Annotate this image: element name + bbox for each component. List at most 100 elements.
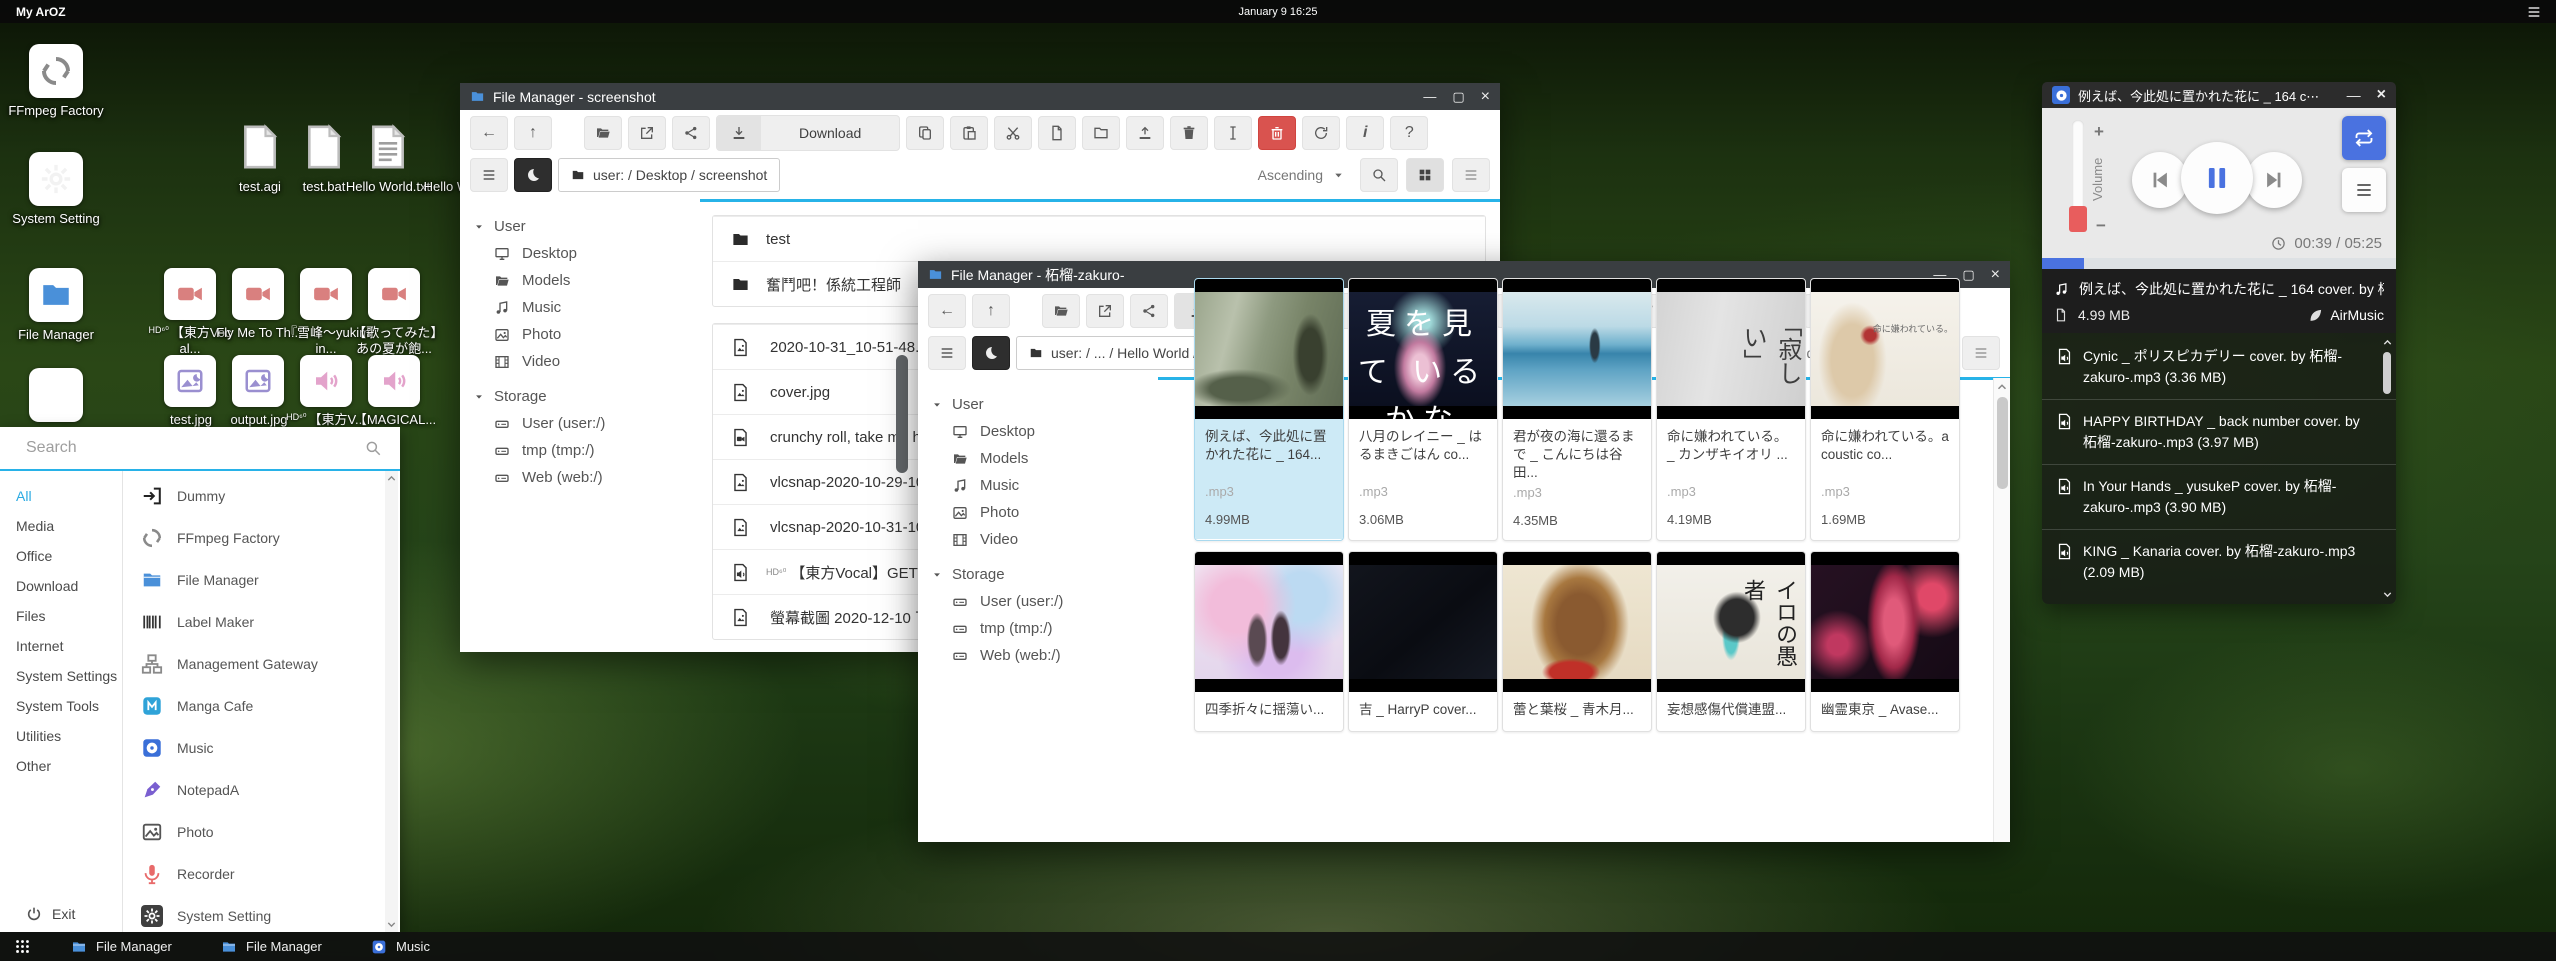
app-list-scrollbar[interactable] xyxy=(385,471,398,932)
file-tile[interactable]: 例えば、今此処に置かれた花に _ 164... .mp3 4.99MB xyxy=(1194,278,1344,541)
scrollbar-thumb[interactable] xyxy=(2383,352,2391,394)
sort-dropdown[interactable]: Ascending xyxy=(1250,167,1352,183)
sidebar-item[interactable]: Desktop xyxy=(932,418,1158,445)
open-button[interactable] xyxy=(1042,294,1080,328)
open-external-button[interactable] xyxy=(1086,294,1124,328)
search-input[interactable] xyxy=(0,427,400,469)
back-button[interactable]: ← xyxy=(928,294,966,328)
file-tile[interactable]: 君が夜の海に還るまで _ こんにちは谷田... .mp3 4.35MB xyxy=(1502,278,1652,541)
file-tile[interactable]: 四季折々に揺蕩い... xyxy=(1194,551,1344,732)
sidebar-item[interactable]: Music xyxy=(474,294,700,321)
search-button[interactable] xyxy=(1360,158,1398,192)
app-list-item[interactable]: File Manager xyxy=(123,559,400,601)
scrollbar-thumb[interactable] xyxy=(1997,397,2008,489)
copy-button[interactable] xyxy=(906,116,944,150)
app-list-item[interactable]: Dummy xyxy=(123,475,400,517)
next-track-button[interactable] xyxy=(2246,152,2302,208)
new-file-button[interactable] xyxy=(1038,116,1076,150)
volume-slider-thumb[interactable] xyxy=(2069,206,2087,232)
file-tile[interactable]: 吉 _ HarryP cover... xyxy=(1348,551,1498,732)
category-item[interactable]: All xyxy=(0,481,122,511)
maximize-button[interactable]: ▢ xyxy=(1962,268,1974,281)
desktop-launcher[interactable]: File Manager xyxy=(8,268,104,343)
sidebar-mount-item[interactable]: Web (web:/) xyxy=(474,464,700,491)
repeat-button[interactable] xyxy=(2342,116,2386,160)
desktop-launcher[interactable]: System Setting xyxy=(8,152,104,227)
pause-button[interactable] xyxy=(2181,142,2253,214)
grid-scrollbar[interactable] xyxy=(1993,378,2010,842)
exit-button[interactable]: Exit xyxy=(26,906,75,922)
path-field[interactable]: user: / Desktop / screenshot xyxy=(558,158,780,192)
open-external-button[interactable] xyxy=(628,116,666,150)
sidebar-toggle-button[interactable] xyxy=(470,158,508,192)
file-list-scrollbar[interactable] xyxy=(896,355,908,473)
scroll-up-icon[interactable] xyxy=(386,473,397,484)
share-button[interactable] xyxy=(672,116,710,150)
desktop-launcher[interactable]: FFmpeg Factory xyxy=(8,44,104,119)
scroll-down-icon[interactable] xyxy=(2382,589,2393,600)
sidebar-item[interactable]: Music xyxy=(932,472,1158,499)
desktop-video-file[interactable]: 【歌ってみた】あの夏が飽... xyxy=(349,268,439,358)
playlist-item[interactable]: KING _ Kanaria cover. by 柘榴-zakuro-.mp3 … xyxy=(2042,530,2396,594)
sidebar-mount-item[interactable]: Web (web:/) xyxy=(932,642,1158,669)
sidebar-item[interactable]: Desktop xyxy=(474,240,700,267)
sidebar-item[interactable]: Photo xyxy=(474,321,700,348)
category-item[interactable]: System Settings xyxy=(0,661,122,691)
file-tile[interactable]: 蕾と葉桜 _ 青木月... xyxy=(1502,551,1652,732)
app-list-item[interactable]: FFmpeg Factory xyxy=(123,517,400,559)
previous-track-button[interactable] xyxy=(2132,152,2188,208)
download-button[interactable]: Download xyxy=(716,115,900,151)
sidebar-section-user[interactable]: User xyxy=(474,213,700,240)
new-folder-button[interactable] xyxy=(1082,116,1120,150)
window-titlebar[interactable]: File Manager - screenshot —▢× xyxy=(460,83,1500,110)
dark-mode-button[interactable] xyxy=(972,336,1010,370)
category-item[interactable]: Media xyxy=(0,511,122,541)
app-list-item[interactable]: Label Maker xyxy=(123,601,400,643)
app-list-item[interactable]: Photo xyxy=(123,811,400,853)
volume-minus[interactable]: − xyxy=(2096,216,2106,236)
playlist-item[interactable]: In Your Hands _ yusukeP cover. by 柘榴-zak… xyxy=(2042,465,2396,530)
brand-label[interactable]: My ArOZ xyxy=(16,5,66,19)
sidebar-mount-item[interactable]: User (user:/) xyxy=(474,410,700,437)
volume-plus[interactable]: + xyxy=(2094,122,2104,142)
help-button[interactable]: ? xyxy=(1390,116,1428,150)
taskbar-app[interactable]: File Manager xyxy=(221,939,331,955)
app-grid-button[interactable] xyxy=(14,938,31,955)
dark-mode-button[interactable] xyxy=(514,158,552,192)
cut-button[interactable] xyxy=(994,116,1032,150)
maximize-button[interactable]: ▢ xyxy=(1452,90,1464,103)
file-tile[interactable]: 「寂しい」 命に嫌われている。 _ カンザキイオリ ... .mp3 4.19M… xyxy=(1656,278,1806,541)
scroll-up-icon[interactable] xyxy=(2382,337,2393,348)
category-item[interactable]: Utilities xyxy=(0,721,122,751)
playlist-scrollbar[interactable] xyxy=(2381,337,2393,600)
app-list-item[interactable]: Management Gateway xyxy=(123,643,400,685)
sidebar-mount-item[interactable]: tmp (tmp:/) xyxy=(932,615,1158,642)
sidebar-item[interactable]: Models xyxy=(932,445,1158,472)
sidebar-mount-item[interactable]: tmp (tmp:/) xyxy=(474,437,700,464)
progress-bar[interactable] xyxy=(2042,258,2396,269)
upload-button[interactable] xyxy=(1126,116,1164,150)
sidebar-item[interactable]: Photo xyxy=(932,499,1158,526)
paste-button[interactable] xyxy=(950,116,988,150)
back-button[interactable]: ← xyxy=(470,116,508,150)
sidebar-section-storage[interactable]: Storage xyxy=(932,561,1158,588)
file-tile[interactable]: 夏を見て いるかな 八月のレイニー _ はるまきごはん co... .mp3 3… xyxy=(1348,278,1498,541)
playlist-item[interactable]: Cynic _ ポリスピカデリー cover. by 柘榴-zakuro-.mp… xyxy=(2042,335,2396,400)
close-button[interactable]: × xyxy=(2377,87,2386,103)
up-button[interactable]: ↑ xyxy=(514,116,552,150)
sidebar-section-storage[interactable]: Storage xyxy=(474,383,700,410)
open-button[interactable] xyxy=(584,116,622,150)
scroll-up-icon[interactable] xyxy=(1996,381,2008,393)
category-item[interactable]: Download xyxy=(0,571,122,601)
sidebar-mount-item[interactable]: User (user:/) xyxy=(932,588,1158,615)
delete-button[interactable] xyxy=(1258,116,1296,150)
player-titlebar[interactable]: 例えば、今此処に置かれた花に _ 164 c⋯ —× xyxy=(2042,82,2396,108)
app-list-item[interactable]: NotepadA xyxy=(123,769,400,811)
hamburger-menu-icon[interactable] xyxy=(2526,4,2542,20)
app-list-item[interactable]: Manga Cafe xyxy=(123,685,400,727)
up-button[interactable]: ↑ xyxy=(972,294,1010,328)
bin-button[interactable] xyxy=(1170,116,1208,150)
file-row[interactable]: test xyxy=(713,216,1485,261)
desktop-media-file[interactable]: 【MAGICAL... xyxy=(349,355,439,428)
sidebar-item[interactable]: Video xyxy=(932,526,1158,553)
